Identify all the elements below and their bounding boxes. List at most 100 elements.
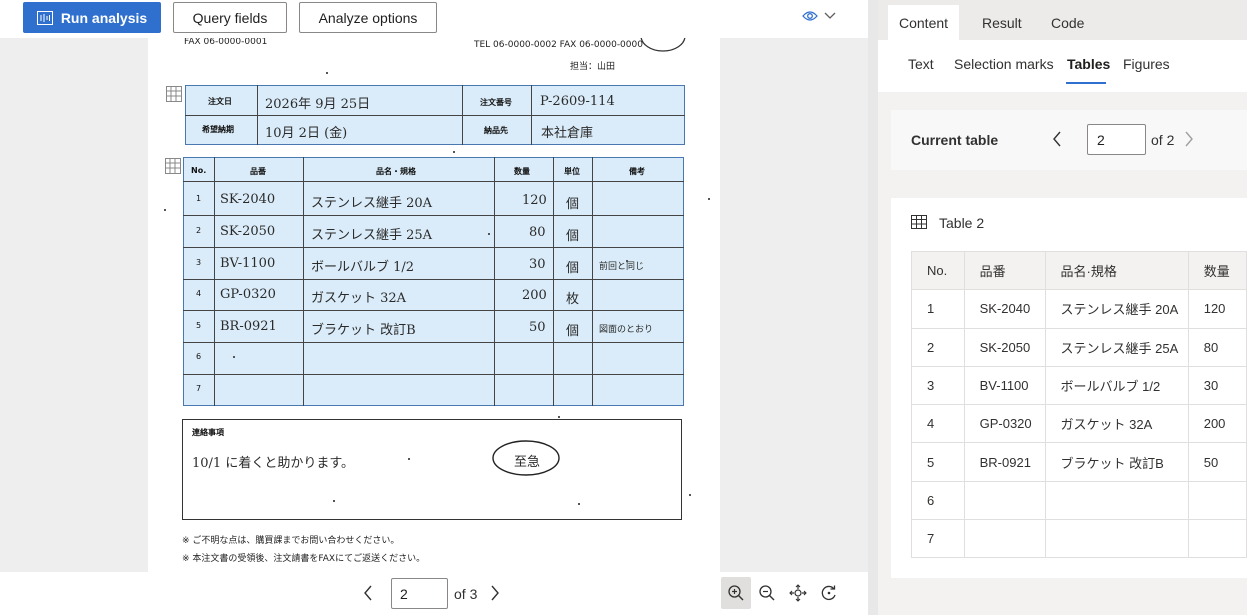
row-unit: 枚 xyxy=(566,292,580,307)
table-region-icon[interactable] xyxy=(165,158,181,174)
document-canvas: FAX 06-0000-0001 TEL 06-0000-0002 FAX 06… xyxy=(0,38,868,572)
table-region-icon[interactable] xyxy=(166,86,182,102)
analyze-options-label: Analyze options xyxy=(318,9,418,26)
order-no-value: P-2609-114 xyxy=(540,94,615,109)
row-qty: 120 xyxy=(522,193,547,208)
tab-result[interactable]: Result xyxy=(971,5,1033,40)
current-table-of: of 2 xyxy=(1151,132,1175,148)
subtab-figures[interactable]: Figures xyxy=(1123,56,1170,72)
chevron-left-icon[interactable] xyxy=(362,584,374,602)
order-no-label: 注文番号 xyxy=(480,98,512,107)
row-note: 前回と同じ xyxy=(599,262,645,272)
table-cell: 30 xyxy=(1187,365,1247,406)
analyze-icon xyxy=(36,10,53,25)
tab-content[interactable]: Content xyxy=(888,5,960,40)
toolbar: Run analysis Query fields Analyze option… xyxy=(0,0,868,38)
query-fields-button[interactable]: Query fields xyxy=(173,2,287,33)
fit-page-icon xyxy=(789,584,807,602)
table-cell: ボールバルブ 1/2 xyxy=(1044,365,1189,406)
query-fields-label: Query fields xyxy=(192,9,268,26)
page-number-input[interactable] xyxy=(391,578,448,609)
zoom-in-button[interactable] xyxy=(721,577,751,609)
table-cell xyxy=(1187,480,1247,521)
chevron-right-icon[interactable] xyxy=(489,584,501,602)
table-cell: 80 xyxy=(1187,327,1247,367)
run-analysis-label: Run analysis xyxy=(60,9,148,26)
delivery-label: 希望納期 xyxy=(202,125,234,134)
table-row: 7 xyxy=(911,519,1247,559)
memo-label: 連絡事項 xyxy=(192,428,224,437)
table-cell: 1 xyxy=(911,289,965,329)
table-cell: BV-1100 xyxy=(963,365,1046,406)
row-no: 1 xyxy=(196,194,202,203)
subtab-tables[interactable]: Tables xyxy=(1067,56,1110,72)
table-cell: SK-2050 xyxy=(963,327,1046,367)
row-qty: 50 xyxy=(529,320,546,335)
row-qty: 80 xyxy=(529,225,546,240)
tab-code[interactable]: Code xyxy=(1040,5,1095,40)
table-cell xyxy=(1044,519,1189,559)
table-cell: BR-0921 xyxy=(963,442,1046,482)
table-header-cell: No. xyxy=(911,250,965,291)
footnote-1: ※ ご不明な点は、購買課までお問い合わせください。 xyxy=(182,536,400,546)
row-code: GP-0320 xyxy=(220,287,276,302)
row-note: 図面のとおり xyxy=(599,325,654,335)
table-cell: SK-2040 xyxy=(963,289,1046,329)
row-name: ボールバルブ 1/2 xyxy=(311,260,415,275)
content-subtabs: Text Selection marks Tables Figures xyxy=(878,40,1247,92)
table-cell: 5 xyxy=(911,442,965,482)
subtab-text[interactable]: Text xyxy=(908,56,934,72)
table-row: 2 SK-2050 ステンレス継手 25A 80 xyxy=(911,327,1247,367)
active-subtab-indicator xyxy=(1066,82,1106,84)
run-analysis-button[interactable]: Run analysis xyxy=(23,2,161,33)
table-cell: ステンレス継手 25A xyxy=(1044,327,1189,367)
subtab-selection-marks[interactable]: Selection marks xyxy=(954,56,1054,72)
row-name: ガスケット 32A xyxy=(311,291,407,306)
fax-top-text: FAX 06-0000-0001 xyxy=(184,38,268,47)
row-unit: 個 xyxy=(566,197,580,212)
row-code: BR-0921 xyxy=(220,319,277,334)
table-title: Table 2 xyxy=(939,215,985,231)
tantou-text: 担当：山田 xyxy=(570,62,616,72)
row-qty: 30 xyxy=(529,257,546,272)
col-header-unit: 単位 xyxy=(564,167,580,176)
results-panel: Content Result Code Text Selection marks… xyxy=(878,0,1247,615)
table-header-cell: 品番 xyxy=(963,250,1046,291)
chevron-right-icon[interactable] xyxy=(1184,130,1194,148)
row-name: ブラケット 改訂B xyxy=(311,323,416,338)
panel-splitter[interactable] xyxy=(868,0,878,615)
row-unit: 個 xyxy=(566,229,580,244)
panel-tabs: Content Result Code xyxy=(878,0,1247,40)
table-header-cell: 数量 xyxy=(1187,250,1247,291)
table-cell: ステンレス継手 20A xyxy=(1044,289,1189,329)
table-cell: 2 xyxy=(911,327,965,367)
tel-fax-text: TEL 06-0000-0002 FAX 06-0000-0000 xyxy=(474,40,643,50)
table-cell xyxy=(963,519,1046,559)
table-cell xyxy=(1044,480,1189,521)
delivery-value: 10月 2日 (金) xyxy=(265,126,348,141)
rotate-button[interactable] xyxy=(814,577,844,609)
table-cell xyxy=(1187,519,1247,559)
table-cell: 3 xyxy=(911,365,965,406)
row-no: 3 xyxy=(196,258,202,267)
page-of-label: of 3 xyxy=(454,586,478,602)
current-table-navigator: Current table of 2 xyxy=(891,110,1247,170)
fit-page-button[interactable] xyxy=(783,577,813,609)
current-table-input[interactable] xyxy=(1087,124,1146,155)
table-cell xyxy=(963,480,1046,521)
chevron-down-icon[interactable] xyxy=(823,11,837,21)
order-date-label: 注文日 xyxy=(208,97,232,106)
eye-icon[interactable] xyxy=(802,10,818,22)
analyze-options-button[interactable]: Analyze options xyxy=(299,2,437,33)
col-header-name: 品名・規格 xyxy=(376,167,416,176)
chevron-left-icon[interactable] xyxy=(1052,130,1062,148)
table-row: 1 SK-2040 ステンレス継手 20A 120 xyxy=(911,289,1247,329)
zoom-in-icon xyxy=(728,585,744,601)
app-window: Run analysis Query fields Analyze option… xyxy=(0,0,1247,615)
order-date-value: 2026年 9月 25日 xyxy=(265,97,371,112)
dest-value: 本社倉庫 xyxy=(541,126,594,141)
table-cell: 6 xyxy=(911,480,965,521)
row-no: 5 xyxy=(196,321,202,330)
dest-label: 納品先 xyxy=(484,126,508,135)
zoom-out-button[interactable] xyxy=(752,577,782,609)
